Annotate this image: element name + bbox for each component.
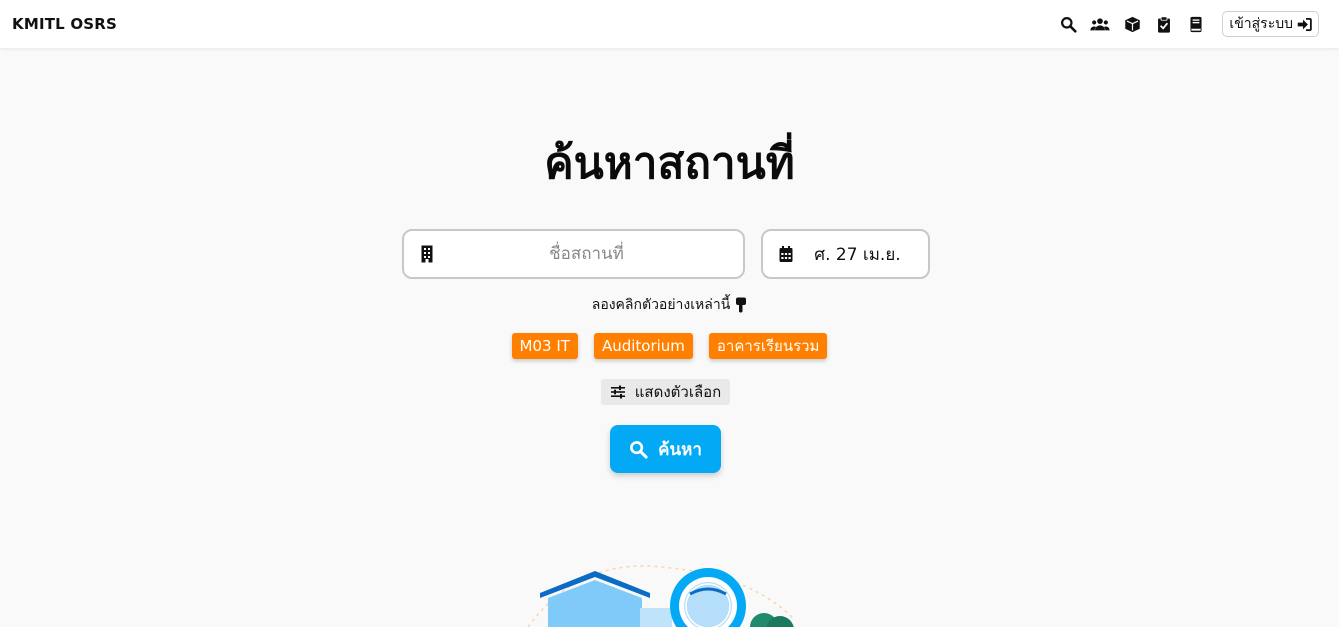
search-icon[interactable]: [1052, 8, 1084, 40]
date-field[interactable]: ศ. 27 เม.ย.: [761, 229, 930, 279]
hint-text: ลองคลิกตัวอย่างเหล่านี้: [591, 297, 731, 313]
search-icon: [630, 440, 648, 459]
login-button[interactable]: เข้าสู่ระบบ: [1222, 11, 1319, 37]
search-place-illustration: [527, 565, 796, 627]
sliders-icon: [610, 385, 625, 399]
example-chips: M03 IT Auditorium อาคารเรียนรวม: [0, 333, 1339, 359]
brand-title[interactable]: KMITL OSRS: [12, 15, 117, 33]
show-options-label: แสดงตัวเลือก: [634, 383, 722, 401]
example-hint: ลองคลิกตัวอย่างเหล่านี้: [0, 294, 1339, 316]
nav-actions: เข้าสู่ระบบ: [1052, 8, 1327, 40]
pointing-down-icon: [736, 297, 747, 313]
example-chip-auditorium[interactable]: Auditorium: [593, 333, 693, 359]
users-icon[interactable]: [1084, 8, 1116, 40]
show-options-button[interactable]: แสดงตัวเลือก: [601, 379, 730, 405]
login-label: เข้าสู่ระบบ: [1229, 16, 1293, 32]
cube-icon[interactable]: [1116, 8, 1148, 40]
place-field[interactable]: [402, 229, 745, 279]
search-button[interactable]: ค้นหา: [610, 425, 721, 473]
sign-in-icon: [1297, 17, 1312, 31]
top-navbar: KMITL OSRS เข้าสู่ระบบ: [0, 0, 1339, 48]
clipboard-check-icon[interactable]: [1148, 8, 1180, 40]
book-icon[interactable]: [1180, 8, 1212, 40]
page-title: ค้นหาสถานที่: [544, 138, 795, 189]
place-name-input[interactable]: [404, 231, 743, 277]
example-chip-lecture-building[interactable]: อาคารเรียนรวม: [708, 333, 828, 359]
example-chip-m03-it[interactable]: M03 IT: [511, 333, 578, 359]
calendar-icon: [779, 246, 793, 262]
search-label: ค้นหา: [658, 439, 702, 460]
building-icon: [421, 245, 433, 263]
